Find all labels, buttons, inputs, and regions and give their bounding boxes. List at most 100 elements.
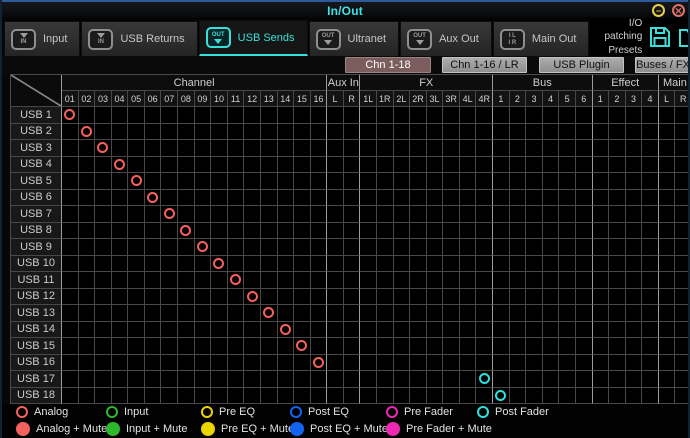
- routing-cell[interactable]: [327, 256, 344, 273]
- routing-cell[interactable]: [493, 173, 510, 190]
- routing-cell[interactable]: [228, 322, 245, 339]
- routing-cell[interactable]: [195, 206, 212, 223]
- routing-cell[interactable]: [195, 223, 212, 240]
- routing-cell[interactable]: [95, 338, 112, 355]
- routing-cell[interactable]: [543, 239, 560, 256]
- routing-cell[interactable]: [62, 173, 79, 190]
- routing-cell[interactable]: [377, 239, 394, 256]
- routing-cell[interactable]: [344, 256, 361, 273]
- routing-cell[interactable]: [675, 239, 690, 256]
- routing-cell[interactable]: [642, 371, 659, 388]
- load-preset-folder-icon[interactable]: [678, 25, 690, 49]
- routing-cell[interactable]: [327, 289, 344, 306]
- routing-cell[interactable]: [261, 206, 278, 223]
- routing-cell[interactable]: [576, 206, 593, 223]
- routing-cell[interactable]: [211, 338, 228, 355]
- routing-cell[interactable]: [112, 338, 129, 355]
- routing-cell[interactable]: [178, 355, 195, 372]
- filter-button-chn-1-18[interactable]: Chn 1-18: [345, 57, 431, 73]
- routing-cell[interactable]: [161, 223, 178, 240]
- routing-cell[interactable]: [576, 107, 593, 124]
- routing-cell[interactable]: [394, 371, 411, 388]
- routing-cell[interactable]: [244, 107, 261, 124]
- routing-cell[interactable]: [62, 272, 79, 289]
- routing-cell[interactable]: [675, 305, 690, 322]
- routing-cell[interactable]: [476, 322, 493, 339]
- routing-cell[interactable]: [128, 355, 145, 372]
- routing-cell[interactable]: [476, 338, 493, 355]
- routing-cell[interactable]: [493, 322, 510, 339]
- routing-cell[interactable]: [112, 124, 129, 141]
- routing-cell[interactable]: [576, 371, 593, 388]
- routing-cell[interactable]: [344, 190, 361, 207]
- routing-cell[interactable]: [195, 272, 212, 289]
- routing-cell[interactable]: [62, 305, 79, 322]
- routing-cell[interactable]: [278, 206, 295, 223]
- routing-cell[interactable]: [543, 223, 560, 240]
- routing-cell[interactable]: [410, 256, 427, 273]
- routing-cell[interactable]: [228, 355, 245, 372]
- routing-cell[interactable]: [510, 289, 527, 306]
- routing-cell[interactable]: [278, 256, 295, 273]
- routing-cell[interactable]: [228, 371, 245, 388]
- routing-cell[interactable]: [510, 322, 527, 339]
- routing-cell[interactable]: [443, 289, 460, 306]
- routing-cell[interactable]: [261, 322, 278, 339]
- routing-cell[interactable]: [510, 239, 527, 256]
- routing-cell[interactable]: [476, 107, 493, 124]
- routing-cell[interactable]: [460, 289, 477, 306]
- routing-cell[interactable]: [394, 388, 411, 405]
- routing-cell[interactable]: [360, 190, 377, 207]
- routing-cell[interactable]: [327, 355, 344, 372]
- routing-cell[interactable]: [593, 289, 610, 306]
- routing-cell[interactable]: [543, 157, 560, 174]
- routing-cell[interactable]: [95, 206, 112, 223]
- routing-cell[interactable]: [543, 371, 560, 388]
- routing-cell[interactable]: [327, 223, 344, 240]
- routing-cell[interactable]: [642, 272, 659, 289]
- routing-cell[interactable]: [95, 305, 112, 322]
- routing-cell[interactable]: [626, 338, 643, 355]
- routing-cell[interactable]: [460, 173, 477, 190]
- routing-cell[interactable]: [460, 388, 477, 405]
- routing-cell[interactable]: [211, 107, 228, 124]
- routing-cell[interactable]: [278, 289, 295, 306]
- routing-cell[interactable]: [79, 289, 96, 306]
- routing-cell[interactable]: [261, 256, 278, 273]
- routing-cell[interactable]: [510, 371, 527, 388]
- routing-cell[interactable]: [510, 190, 527, 207]
- routing-cell[interactable]: [493, 388, 510, 405]
- routing-cell[interactable]: [161, 338, 178, 355]
- routing-cell[interactable]: [559, 157, 576, 174]
- routing-cell[interactable]: [128, 206, 145, 223]
- routing-cell[interactable]: [510, 305, 527, 322]
- routing-cell[interactable]: [559, 355, 576, 372]
- routing-cell[interactable]: [294, 322, 311, 339]
- routing-cell[interactable]: [360, 355, 377, 372]
- routing-cell[interactable]: [493, 206, 510, 223]
- routing-cell[interactable]: [493, 355, 510, 372]
- routing-cell[interactable]: [576, 157, 593, 174]
- routing-cell[interactable]: [543, 305, 560, 322]
- routing-cell[interactable]: [228, 190, 245, 207]
- routing-cell[interactable]: [327, 338, 344, 355]
- routing-cell[interactable]: [543, 206, 560, 223]
- routing-cell[interactable]: [228, 239, 245, 256]
- routing-cell[interactable]: [427, 124, 444, 141]
- routing-cell[interactable]: [244, 338, 261, 355]
- routing-cell[interactable]: [626, 124, 643, 141]
- routing-cell[interactable]: [79, 107, 96, 124]
- routing-cell[interactable]: [609, 206, 626, 223]
- routing-cell[interactable]: [228, 388, 245, 405]
- routing-cell[interactable]: [195, 190, 212, 207]
- routing-cell[interactable]: [576, 223, 593, 240]
- routing-cell[interactable]: [294, 355, 311, 372]
- routing-cell[interactable]: [593, 338, 610, 355]
- routing-cell[interactable]: [128, 223, 145, 240]
- routing-cell[interactable]: [278, 157, 295, 174]
- routing-cell[interactable]: [145, 305, 162, 322]
- routing-cell[interactable]: [278, 190, 295, 207]
- routing-cell[interactable]: [344, 107, 361, 124]
- routing-cell[interactable]: [609, 107, 626, 124]
- routing-cell[interactable]: [427, 256, 444, 273]
